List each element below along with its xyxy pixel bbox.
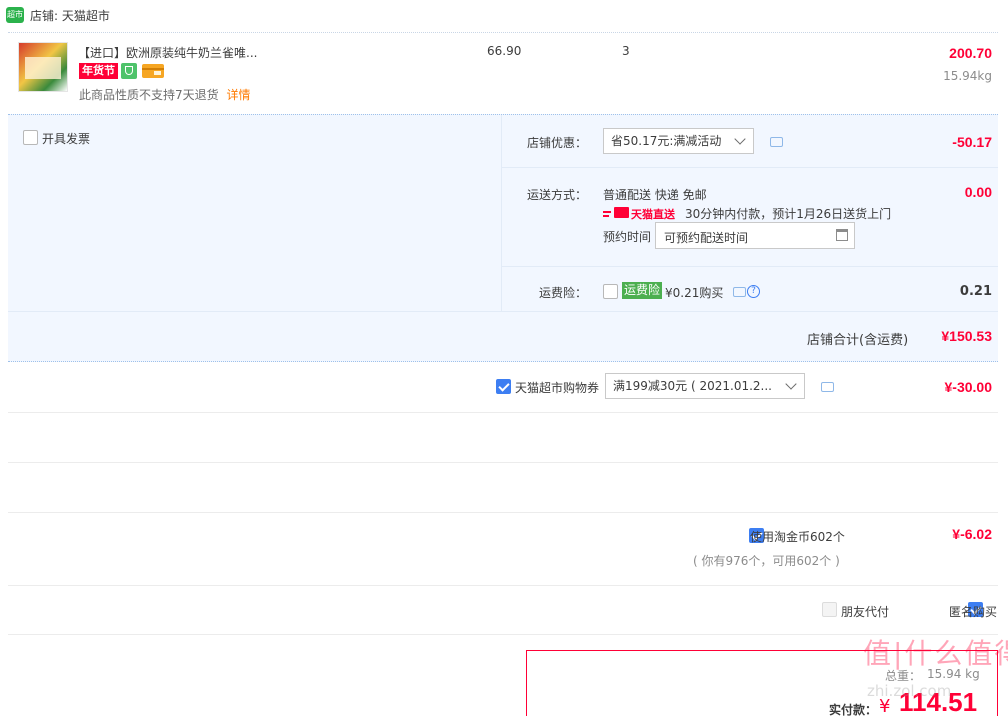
unit-price: 66.90 [487, 44, 522, 58]
schedule-placeholder: 可预约配送时间 [664, 231, 749, 245]
shop-total-label: 店铺合计(含运费) [807, 333, 909, 348]
help-icon[interactable]: ? [747, 285, 760, 298]
calendar-icon[interactable] [836, 229, 848, 241]
total-weight-value: 15.94 kg [927, 667, 980, 681]
item-weight: 15.94kg [943, 69, 992, 83]
divider [8, 412, 998, 413]
return-notice-text: 此商品性质不支持7天退货 [79, 88, 219, 102]
coupon-selected: 满199减30元 ( 2021.01.2... [613, 379, 773, 393]
quantity[interactable]: 3 [622, 44, 630, 58]
shop-name[interactable]: 店铺: 天猫超市 [30, 7, 110, 24]
schedule-input[interactable]: 可预约配送时间 [655, 222, 855, 249]
chevron-down-icon [734, 133, 746, 145]
coupon-label[interactable]: 天猫超市购物券 [515, 379, 599, 396]
tmall-guarantee-icon [121, 63, 137, 79]
divider [8, 585, 998, 586]
delivery-label: 运送方式： [527, 188, 588, 202]
credit-card-icon [142, 64, 164, 78]
tmall-logo-icon [603, 207, 629, 218]
friend-pay-label[interactable]: 朋友代付 [841, 603, 889, 620]
divider [8, 32, 998, 33]
insurance-badge: 运费险 [622, 282, 663, 299]
delivery-promise: 30分钟内付款，预计1月26日送货上门 [685, 207, 892, 221]
product-title[interactable]: 【进口】欧洲原装纯牛奶兰雀唯... [78, 44, 257, 61]
friend-pay-checkbox[interactable] [822, 602, 837, 617]
message-icon[interactable] [770, 137, 783, 147]
shop-total-amount: ¥150.53 [941, 328, 992, 344]
coupon-select[interactable]: 满199减30元 ( 2021.01.2... [605, 373, 805, 399]
message-icon[interactable] [733, 287, 746, 297]
discount-label: 店铺优惠： [527, 136, 588, 150]
taojinbi-amount: ¥-6.02 [952, 526, 992, 542]
return-notice: 此商品性质不支持7天退货 详情 [79, 86, 250, 103]
message-icon[interactable] [821, 382, 834, 392]
total-weight-label: 总重： [885, 669, 922, 683]
delivery-amount: 0.00 [964, 184, 992, 200]
coupon-checkbox[interactable] [496, 379, 511, 394]
delivery-method: 普通配送 快递 免邮 [603, 188, 707, 202]
taojinbi-label[interactable]: 使用淘金币602个 [750, 528, 845, 545]
invoice-checkbox[interactable] [23, 130, 38, 145]
invoice-label[interactable]: 开具发票 [42, 130, 90, 147]
taojinbi-note: ( 你有976个，可用602个 ) [693, 554, 840, 568]
chevron-down-icon [785, 378, 797, 390]
discount-select[interactable]: 省50.17元:满减活动 [603, 128, 754, 154]
tmall-direct-label: 天猫直送 [631, 208, 675, 221]
item-subtotal: 200.70 [949, 45, 992, 61]
insurance-label: 运费险： [539, 286, 588, 300]
discount-amount: -50.17 [952, 134, 992, 150]
schedule-label: 预约时间 [603, 230, 652, 244]
shop-header: 超市 店铺: 天猫超市 [6, 6, 306, 24]
divider [8, 462, 998, 463]
discount-selected: 省50.17元:满减活动 [611, 134, 722, 148]
insurance-checkbox[interactable] [603, 284, 618, 299]
divider [8, 634, 998, 635]
pay-currency: ¥ [879, 696, 891, 716]
product-thumbnail[interactable] [18, 42, 68, 92]
detail-link[interactable]: 详情 [226, 88, 250, 102]
anonymous-label[interactable]: 匿名购买 [949, 603, 997, 620]
payment-summary: 总重： 15.94 kg 实付款： ¥ 114.51 [526, 650, 998, 716]
insurance-text: ¥0.21购买 [665, 286, 724, 300]
pay-label: 实付款： [829, 703, 878, 716]
insurance-amount: 0.21 [959, 284, 992, 299]
shop-badge-icon: 超市 [6, 7, 24, 23]
coupon-amount: ¥-30.00 [944, 379, 992, 395]
pay-amount: 114.51 [899, 687, 978, 716]
newyear-tag: 年货节 [79, 63, 118, 79]
divider [8, 512, 998, 513]
